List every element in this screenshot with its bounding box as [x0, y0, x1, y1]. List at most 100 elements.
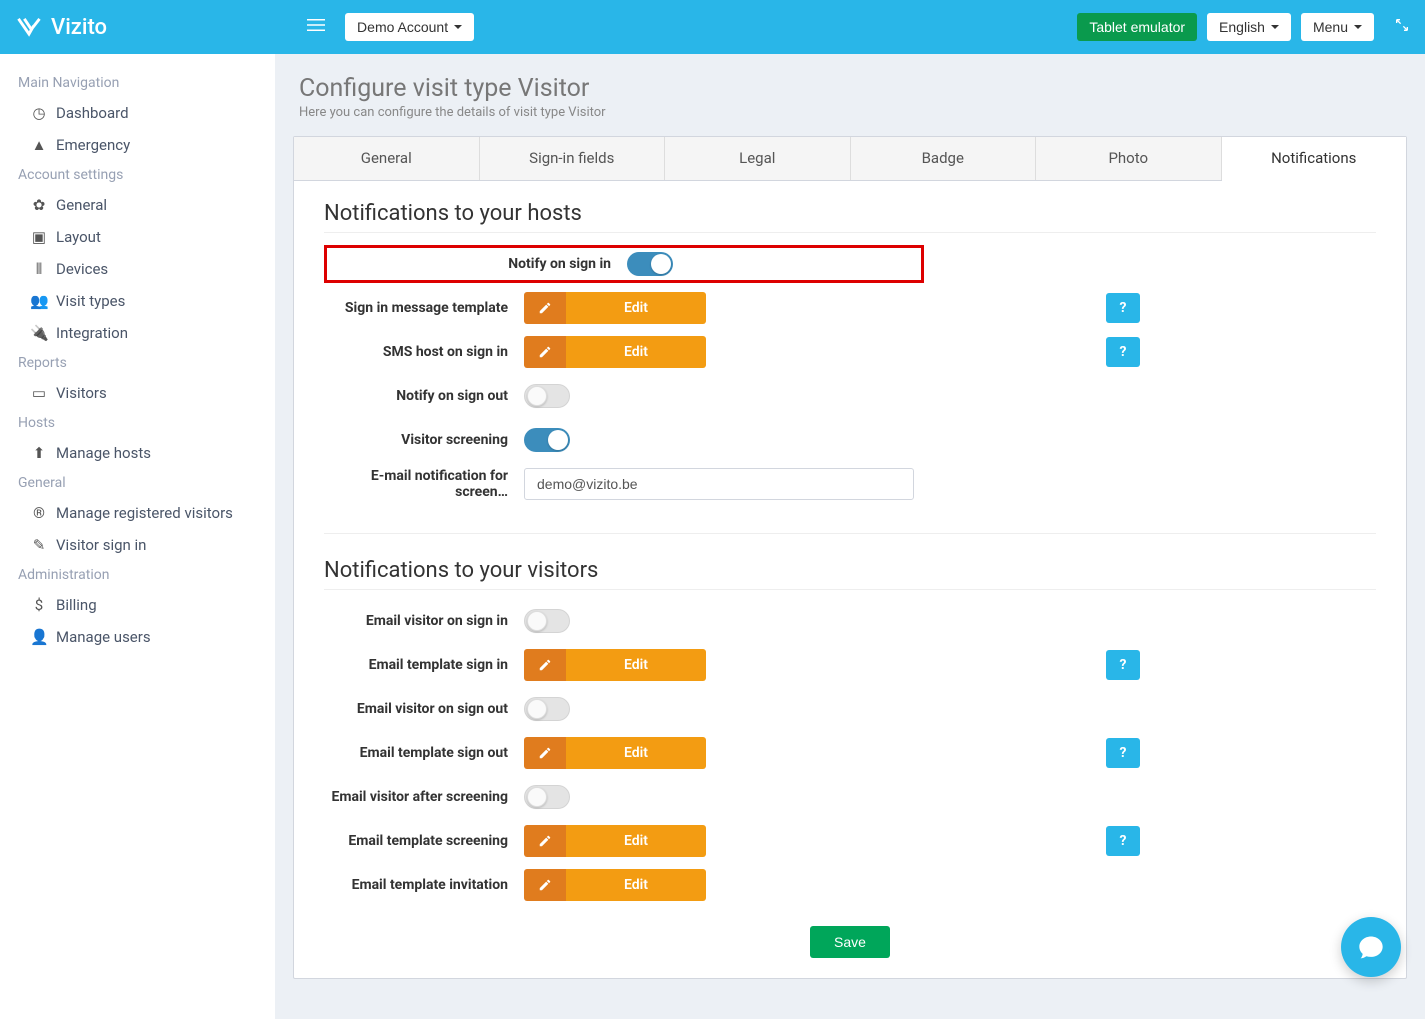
label-notify-signin: Notify on sign in — [327, 256, 627, 272]
row-sms-host-signin: SMS host on sign in Edit ? — [324, 333, 1376, 371]
toggle-notify-signout[interactable] — [524, 384, 570, 408]
pencil-icon — [524, 649, 566, 681]
section-title-hosts: Notifications to your hosts — [324, 201, 1376, 233]
sidebar-section-header: Hosts — [0, 409, 275, 437]
book-icon: ▭ — [30, 384, 48, 402]
sidebar-item-billing[interactable]: $Billing — [0, 589, 275, 621]
label-sms-host-signin: SMS host on sign in — [324, 344, 524, 360]
help-sms-host-signin[interactable]: ? — [1106, 337, 1140, 367]
devices-icon: ⫴ — [30, 260, 48, 278]
fullscreen-icon[interactable] — [1394, 17, 1410, 37]
account-dropdown[interactable]: Demo Account — [345, 13, 474, 41]
sidebar-item-dashboard[interactable]: ◷Dashboard — [0, 97, 275, 129]
sidebar-section-header: Administration — [0, 561, 275, 589]
row-email-visitor-after-screening: Email visitor after screening — [324, 778, 1376, 816]
edit-sms-host-signin-button[interactable]: Edit — [524, 336, 706, 368]
plug-icon: 🔌 — [30, 324, 48, 342]
label-email-visitor-after-screening: Email visitor after screening — [324, 789, 524, 805]
chevron-down-icon — [454, 25, 462, 29]
edit-email-template-signin-button[interactable]: Edit — [524, 649, 706, 681]
label-email-template-invitation: Email template invitation — [324, 877, 524, 893]
row-visitor-screening: Visitor screening — [324, 421, 1376, 459]
edit-email-template-invitation-button[interactable]: Edit — [524, 869, 706, 901]
pencil-icon — [524, 336, 566, 368]
sidebar-item-manage-hosts[interactable]: ⬆Manage hosts — [0, 437, 275, 469]
toggle-email-visitor-signout[interactable] — [524, 697, 570, 721]
language-dropdown[interactable]: English — [1207, 13, 1291, 41]
sidebar-item-visitor-signin[interactable]: ✎Visitor sign in — [0, 529, 275, 561]
tab-badge[interactable]: Badge — [851, 137, 1037, 180]
label-email-template-signout: Email template sign out — [324, 745, 524, 761]
edit-email-template-signout-button[interactable]: Edit — [524, 737, 706, 769]
row-email-visitor-signout: Email visitor on sign out — [324, 690, 1376, 728]
row-email-template-signin: Email template sign in Edit ? — [324, 646, 1376, 684]
chat-icon — [1357, 933, 1385, 961]
sidebar-section-header: Main Navigation — [0, 69, 275, 97]
gear-icon: ✿ — [30, 196, 48, 214]
label-notify-signout: Notify on sign out — [324, 388, 524, 404]
tab-notifications[interactable]: Notifications — [1222, 137, 1407, 181]
help-signin-template[interactable]: ? — [1106, 293, 1140, 323]
content-header: Configure visit type Visitor Here you ca… — [275, 54, 1425, 136]
tab-general[interactable]: General — [294, 137, 480, 180]
edit-signin-template-button[interactable]: Edit — [524, 292, 706, 324]
brand-text: Vizito — [51, 15, 107, 40]
sidebar-item-layout[interactable]: ▣Layout — [0, 221, 275, 253]
page-title: Configure visit type Visitor — [299, 74, 1401, 103]
menu-dropdown[interactable]: Menu — [1301, 13, 1374, 41]
sidebar-item-visit-types[interactable]: 👥Visit types — [0, 285, 275, 317]
user-plus-icon: 👤 — [30, 628, 48, 646]
label-signin-template: Sign in message template — [324, 300, 524, 316]
sidebar-item-visitors[interactable]: ▭Visitors — [0, 377, 275, 409]
toggle-notify-signin[interactable] — [627, 252, 673, 276]
tab-photo[interactable]: Photo — [1036, 137, 1222, 180]
dollar-icon: $ — [30, 596, 48, 614]
label-visitor-screening: Visitor screening — [324, 432, 524, 448]
upload-icon: ⬆ — [30, 444, 48, 462]
save-button[interactable]: Save — [810, 926, 890, 958]
chevron-down-icon — [1271, 25, 1279, 29]
toggle-email-visitor-after-screening[interactable] — [524, 785, 570, 809]
sidebar-item-general[interactable]: ✿General — [0, 189, 275, 221]
pencil-icon — [524, 292, 566, 324]
page-subtitle: Here you can configure the details of vi… — [299, 105, 1401, 120]
section-title-visitors: Notifications to your visitors — [324, 558, 1376, 590]
sidebar-item-manage-registered[interactable]: ®Manage registered visitors — [0, 497, 275, 529]
help-email-template-signin[interactable]: ? — [1106, 650, 1140, 680]
row-email-template-signout: Email template sign out Edit ? — [324, 734, 1376, 772]
brand-logo[interactable]: Vizito — [15, 13, 107, 41]
input-screening-email[interactable] — [524, 468, 914, 500]
row-email-template-screening: Email template screening Edit ? — [324, 822, 1376, 860]
tablet-emulator-button[interactable]: Tablet emulator — [1077, 13, 1197, 41]
sidebar-item-integration[interactable]: 🔌Integration — [0, 317, 275, 349]
sidebar-item-manage-users[interactable]: 👤Manage users — [0, 621, 275, 653]
toggle-email-visitor-signin[interactable] — [524, 609, 570, 633]
label-email-template-screening: Email template screening — [324, 833, 524, 849]
tab-legal[interactable]: Legal — [665, 137, 851, 180]
sidebar-item-emergency[interactable]: ▲Emergency — [0, 129, 275, 161]
image-icon: ▣ — [30, 228, 48, 246]
pencil-icon — [524, 825, 566, 857]
label-email-visitor-signout: Email visitor on sign out — [324, 701, 524, 717]
pencil-icon: ✎ — [30, 536, 48, 554]
help-email-template-screening[interactable]: ? — [1106, 826, 1140, 856]
row-notify-signin: Notify on sign in — [324, 245, 924, 283]
row-signin-template: Sign in message template Edit ? — [324, 289, 1376, 327]
topbar: Vizito Demo Account Tablet emulator Engl… — [0, 0, 1425, 54]
row-notify-signout: Notify on sign out — [324, 377, 1376, 415]
menu-toggle-icon[interactable] — [307, 16, 325, 38]
pencil-icon — [524, 737, 566, 769]
pencil-icon — [524, 869, 566, 901]
chevron-down-icon — [1354, 25, 1362, 29]
tab-signin-fields[interactable]: Sign-in fields — [480, 137, 666, 180]
toggle-visitor-screening[interactable] — [524, 428, 570, 452]
sidebar: Main Navigation ◷Dashboard ▲Emergency Ac… — [0, 54, 275, 1019]
warning-icon: ▲ — [30, 136, 48, 154]
edit-email-template-screening-button[interactable]: Edit — [524, 825, 706, 857]
sidebar-item-devices[interactable]: ⫴Devices — [0, 253, 275, 285]
label-email-template-signin: Email template sign in — [324, 657, 524, 673]
help-email-template-signout[interactable]: ? — [1106, 738, 1140, 768]
chat-widget[interactable] — [1341, 917, 1401, 977]
registered-icon: ® — [30, 504, 48, 522]
sidebar-section-header: Reports — [0, 349, 275, 377]
